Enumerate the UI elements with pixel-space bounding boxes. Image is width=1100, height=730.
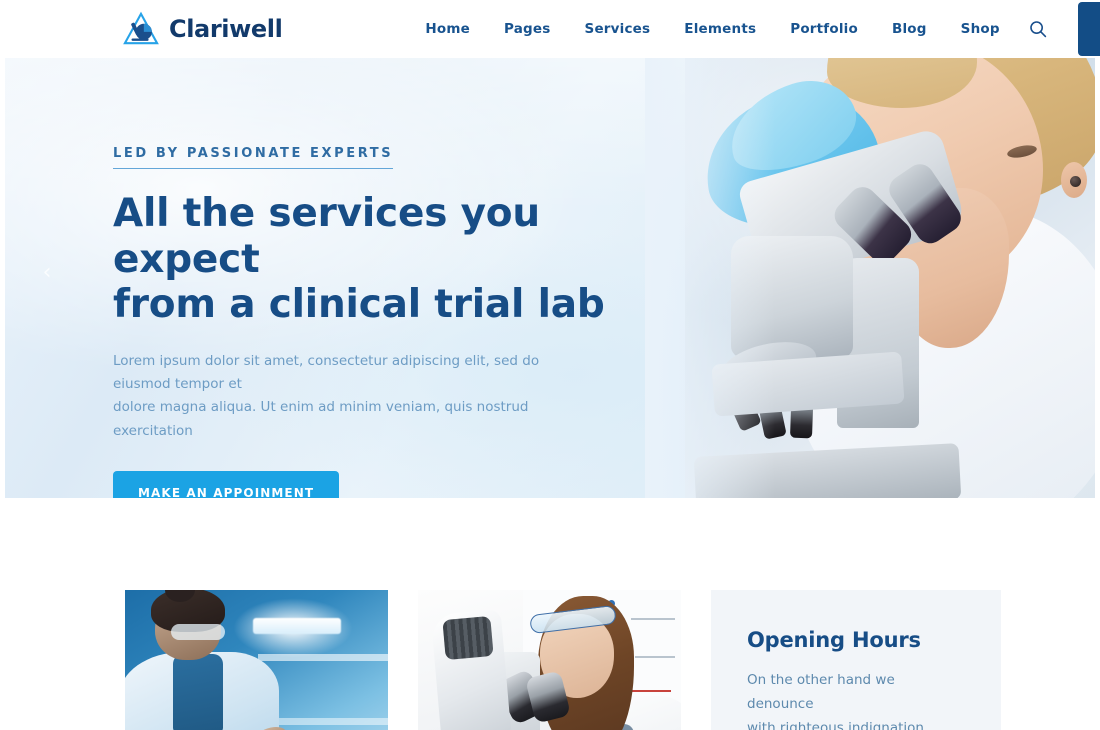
- brand-logo[interactable]: Clariwell: [122, 11, 283, 47]
- hero-eyebrow: LED BY PASSIONATE EXPERTS: [113, 146, 394, 169]
- opening-hours-description: On the other hand we denounce with right…: [747, 668, 965, 730]
- microscope-triangle-logo-icon: [122, 11, 160, 47]
- site-header: Clariwell Home Pages Services Elements P…: [0, 0, 1100, 58]
- hero-paragraph: Lorem ipsum dolor sit amet, consectetur …: [113, 350, 583, 443]
- nav-item-elements[interactable]: Elements: [667, 21, 773, 37]
- hero-content: LED BY PASSIONATE EXPERTS All the servic…: [113, 142, 653, 498]
- opening-hours-card: Opening Hours On the other hand we denou…: [711, 590, 1001, 730]
- opening-hours-description-line-1: On the other hand we denounce: [747, 672, 895, 713]
- hero-title: All the services you expect from a clini…: [113, 191, 653, 328]
- hero-title-line-2: from a clinical trial lab: [113, 282, 605, 328]
- search-icon[interactable]: [1029, 18, 1047, 40]
- card-image-woman-microscope[interactable]: [418, 590, 681, 730]
- card-image-lab-technician[interactable]: [125, 590, 388, 730]
- opening-hours-description-line-2: with righteous indignation.: [747, 720, 929, 730]
- nav-item-services[interactable]: Services: [568, 21, 668, 37]
- hero-image-fade: [645, 58, 775, 498]
- hero-title-line-1: All the services you expect: [113, 191, 540, 282]
- main-navigation: Home Pages Services Elements Portfolio B…: [425, 2, 1100, 56]
- nav-item-shop[interactable]: Shop: [944, 21, 1017, 37]
- opening-hours-title: Opening Hours: [747, 628, 921, 652]
- get-a-quote-button[interactable]: GET A QUOTE: [1077, 2, 1100, 56]
- nav-item-portfolio[interactable]: Portfolio: [773, 21, 875, 37]
- make-an-appointment-button[interactable]: MAKE AN APPOINMENT: [113, 470, 340, 498]
- nav-item-blog[interactable]: Blog: [875, 21, 944, 37]
- carousel-prev-arrow-icon[interactable]: ‹: [29, 255, 65, 291]
- nav-item-pages[interactable]: Pages: [487, 21, 568, 37]
- hero-paragraph-line-1: Lorem ipsum dolor sit amet, consectetur …: [113, 352, 540, 393]
- brand-name: Clariwell: [169, 15, 283, 43]
- hero-paragraph-line-2: dolore magna aliqua. Ut enim ad minim ve…: [113, 399, 529, 439]
- nav-item-home[interactable]: Home: [425, 21, 487, 37]
- cards-row: Opening Hours On the other hand we denou…: [0, 590, 1100, 730]
- hero-section: ‹ LED BY PASSIONATE EXPERTS All the serv…: [5, 58, 1095, 498]
